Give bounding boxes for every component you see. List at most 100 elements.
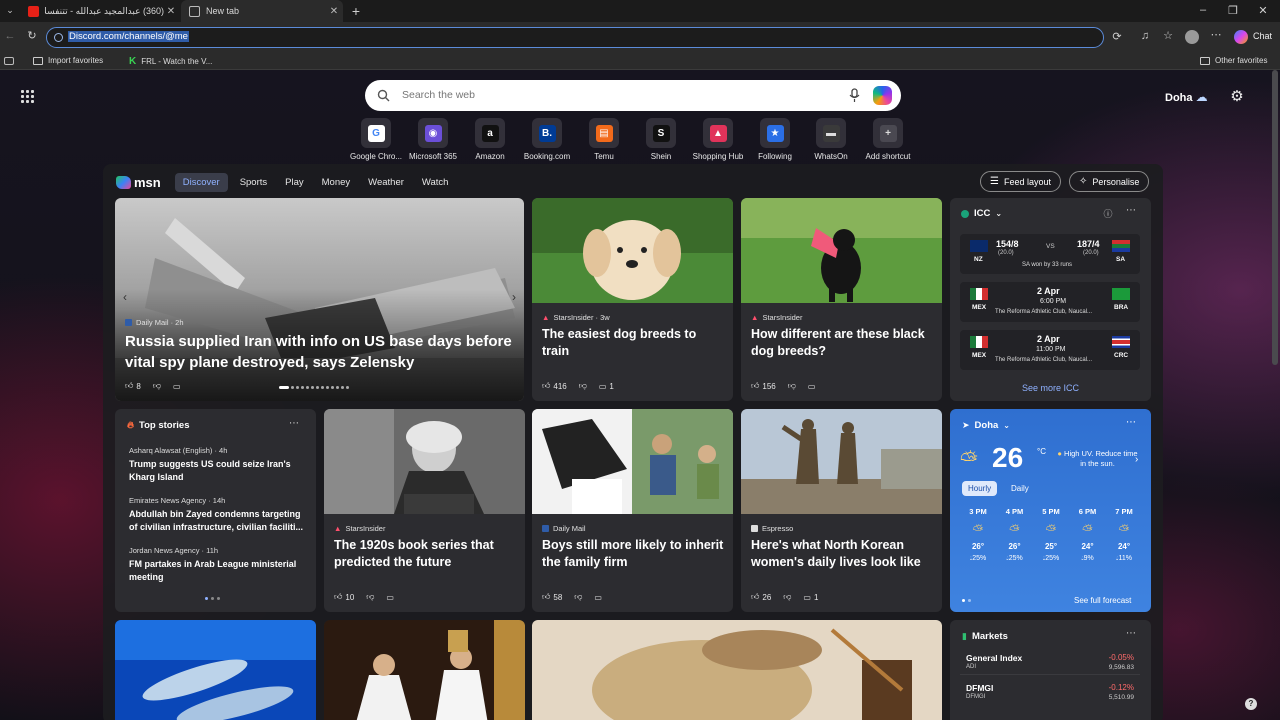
nav-sports[interactable]: Sports bbox=[240, 177, 267, 188]
shortcut-tile[interactable]: ▤ Temu bbox=[574, 118, 634, 161]
nav-discover[interactable]: Discover bbox=[174, 172, 228, 192]
shortcut-tile[interactable]: a Amazon bbox=[460, 118, 520, 161]
story-headline[interactable]: How different are these black dog breeds… bbox=[751, 326, 934, 360]
new-tab-button[interactable]: + bbox=[348, 3, 364, 19]
dislike-button[interactable]: 👎︎ bbox=[579, 381, 587, 391]
feed-layout-button[interactable]: ☰ Feed layout bbox=[980, 171, 1061, 192]
top-story-item[interactable]: Jordan News Agency · 11h FM partakes in … bbox=[129, 546, 309, 584]
top-story-item[interactable]: Emirates News Agency · 14h Abdullah bin … bbox=[129, 496, 311, 534]
url-text[interactable]: Discord.com/channels/@me bbox=[68, 31, 189, 42]
story-card[interactable]: ▲ StarsInsider How different are these b… bbox=[741, 198, 942, 401]
shortcut-tile[interactable]: ◉ Microsoft 365 bbox=[403, 118, 463, 161]
like-button[interactable]: 👍︎ 26 bbox=[751, 592, 771, 602]
site-info-icon[interactable] bbox=[54, 33, 63, 42]
back-icon[interactable]: ← bbox=[3, 30, 17, 42]
bookmark-frl[interactable]: K FRL - Watch the V... bbox=[129, 56, 212, 67]
shortcut-tile[interactable]: ▬ WhatsOn bbox=[801, 118, 861, 161]
top-weather-location[interactable]: Doha ☁ bbox=[1165, 90, 1208, 104]
more-options-icon[interactable]: ⋯ bbox=[289, 418, 299, 429]
story-card[interactable]: ▲ StarsInsider · 3w The easiest dog bree… bbox=[532, 198, 733, 401]
icc-header[interactable]: ICC ⌄ bbox=[961, 208, 1002, 219]
nav-watch[interactable]: Watch bbox=[422, 177, 449, 188]
close-tab-icon[interactable]: ✕ bbox=[327, 6, 341, 17]
story-card[interactable]: Espresso Here's what North Korean women'… bbox=[741, 409, 942, 612]
favorites-icon[interactable]: ☆ bbox=[1161, 29, 1175, 42]
comment-button[interactable]: ▭ bbox=[173, 382, 181, 391]
shortcut-tile[interactable]: ★ Following bbox=[745, 118, 805, 161]
comment-button[interactable]: ▭ 1 bbox=[803, 593, 818, 602]
info-icon[interactable]: ⓘ bbox=[1103, 207, 1113, 220]
story-card[interactable]: Daily Mail Boys still more likely to inh… bbox=[532, 409, 733, 612]
more-menu-icon[interactable]: ⋯ bbox=[1209, 28, 1223, 41]
other-favorites[interactable]: Other favorites bbox=[1200, 56, 1267, 65]
see-full-forecast-link[interactable]: See full forecast bbox=[1074, 596, 1131, 605]
help-icon[interactable]: ? bbox=[1245, 698, 1257, 710]
shortcut-tile[interactable]: + Add shortcut bbox=[858, 118, 918, 161]
shortcut-tile[interactable]: ▲ Shopping Hub bbox=[688, 118, 748, 161]
weather-location[interactable]: ➤ Doha ⌄ bbox=[962, 420, 1010, 431]
top-story-item[interactable]: Asharq Alawsat (English) · 4h Trump sugg… bbox=[129, 446, 309, 484]
match-nz-sa[interactable]: NZ 154/8 (20.0) VS 187/4 (20.0) SA SA wo… bbox=[960, 234, 1140, 274]
carousel-prev-icon[interactable]: ‹ bbox=[119, 290, 131, 304]
carousel-next-icon[interactable]: › bbox=[508, 290, 520, 304]
story-headline[interactable]: Boys still more likely to inherit the fa… bbox=[542, 537, 725, 571]
restore-button[interactable]: ❐ bbox=[1226, 4, 1240, 17]
market-row[interactable]: DFMGI DFMGI -0.12% 5,510.99 bbox=[960, 679, 1140, 705]
story-card[interactable] bbox=[324, 620, 525, 720]
match-mex-bra[interactable]: MEX 2 Apr 6:00 PM The Reforma Athletic C… bbox=[960, 282, 1140, 322]
more-options-icon[interactable]: ⋯ bbox=[1126, 417, 1136, 428]
read-aloud-icon[interactable]: ♫ bbox=[1138, 30, 1152, 42]
carousel-dots[interactable] bbox=[279, 386, 349, 389]
more-options-icon[interactable]: ⋯ bbox=[1126, 205, 1136, 216]
personalise-button[interactable]: ✧ Personalise bbox=[1069, 171, 1150, 192]
chevron-right-icon[interactable]: › bbox=[1135, 454, 1138, 465]
close-tab-icon[interactable]: ✕ bbox=[164, 6, 178, 17]
tab-youtube[interactable]: (360) عبدالمجيد عبدالله - تتنفسك دا ✕ bbox=[20, 0, 180, 22]
copilot-search-icon[interactable] bbox=[873, 86, 892, 105]
see-more-icc-link[interactable]: See more ICC bbox=[950, 383, 1151, 393]
bookmark-import-favorites[interactable]: Import favorites bbox=[33, 56, 103, 65]
dislike-button[interactable]: 👎︎ bbox=[574, 592, 582, 602]
close-window-button[interactable]: ✕ bbox=[1256, 4, 1270, 17]
tab-hourly[interactable]: Hourly bbox=[962, 481, 998, 496]
tab-actions-chevron-icon[interactable]: ⌄ bbox=[4, 5, 16, 16]
story-headline[interactable]: Here's what North Korean women's daily l… bbox=[751, 537, 934, 571]
extensions-icon[interactable]: ⟳ bbox=[1110, 30, 1124, 43]
dislike-button[interactable]: 👎︎ bbox=[788, 381, 796, 391]
tab-daily[interactable]: Daily bbox=[1011, 484, 1029, 493]
like-button[interactable]: 👍︎ 8 bbox=[125, 381, 141, 391]
shortcut-tile[interactable]: S Shein bbox=[631, 118, 691, 161]
page-settings-gear-icon[interactable]: ⚙ bbox=[1229, 87, 1245, 105]
temperature-unit[interactable]: °C bbox=[1037, 447, 1046, 456]
profile-avatar[interactable] bbox=[1185, 30, 1199, 44]
app-launcher-icon[interactable] bbox=[21, 90, 34, 103]
shortcut-tile[interactable]: G Google Chro... bbox=[346, 118, 406, 161]
sidebar-toggle-icon[interactable] bbox=[4, 57, 14, 65]
page-scrollbar[interactable] bbox=[1272, 70, 1278, 365]
story-card[interactable]: ▲ StarsInsider The 1920s book series tha… bbox=[324, 409, 525, 612]
nav-money[interactable]: Money bbox=[322, 177, 351, 188]
market-row[interactable]: General Index ADI -0.05% 9,596.83 bbox=[960, 649, 1140, 675]
more-options-icon[interactable]: ⋯ bbox=[1126, 628, 1136, 639]
match-mex-crc[interactable]: MEX 2 Apr 11:00 PM The Reforma Athletic … bbox=[960, 330, 1140, 370]
copilot-icon[interactable] bbox=[1234, 30, 1248, 44]
story-headline[interactable]: The 1920s book series that predicted the… bbox=[334, 537, 517, 571]
dislike-button[interactable]: 👎︎ bbox=[153, 381, 161, 391]
pager-dots[interactable] bbox=[962, 599, 971, 602]
shortcut-tile[interactable]: B. Booking.com bbox=[517, 118, 577, 161]
hero-story-card[interactable]: Daily Mail · 2h Russia supplied Iran wit… bbox=[115, 198, 524, 401]
nav-play[interactable]: Play bbox=[285, 177, 303, 188]
like-button[interactable]: 👍︎ 10 bbox=[334, 592, 354, 602]
tab-new-tab[interactable]: New tab ✕ bbox=[181, 0, 343, 22]
dislike-button[interactable]: 👎︎ bbox=[366, 592, 374, 602]
comment-button[interactable]: ▭ bbox=[386, 593, 394, 602]
weather-card[interactable]: ➤ Doha ⌄ ⋯ ⛅︎ 26 °C ● High UV. Reduce ti… bbox=[950, 409, 1151, 612]
comment-button[interactable]: ▭ bbox=[594, 593, 602, 602]
msn-logo[interactable]: msn bbox=[116, 175, 161, 190]
web-search-box[interactable]: Search the web bbox=[365, 80, 901, 111]
markets-header[interactable]: ▮ Markets bbox=[962, 631, 1008, 642]
like-button[interactable]: 👍︎ 58 bbox=[542, 592, 562, 602]
comment-button[interactable]: ▭ bbox=[808, 382, 816, 391]
story-card[interactable] bbox=[115, 620, 316, 720]
microphone-icon[interactable] bbox=[849, 88, 860, 103]
